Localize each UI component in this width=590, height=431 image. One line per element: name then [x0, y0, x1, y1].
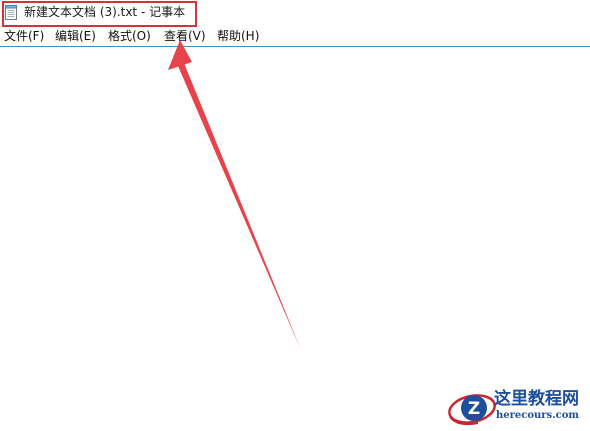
notepad-window: 新建文本文档 (3).txt - 记事本 文件(F) 编辑(E) 格式(O) 查…: [0, 0, 590, 431]
site-logo-icon: Z: [448, 394, 496, 426]
menu-edit[interactable]: 编辑(E): [55, 29, 96, 44]
logo-letter: Z: [468, 399, 480, 419]
watermark-title: 这里教程网: [494, 389, 579, 409]
watermark-url: herecours.com: [496, 410, 580, 421]
title-highlight-box: [2, 1, 197, 27]
menu-bar: 文件(F) 编辑(E) 格式(O) 查看(V) 帮助(H): [0, 28, 590, 46]
text-editor[interactable]: [0, 47, 590, 431]
menu-format[interactable]: 格式(O): [108, 29, 151, 44]
menu-help[interactable]: 帮助(H): [217, 29, 259, 44]
menu-view[interactable]: 查看(V): [164, 29, 206, 44]
watermark: Z 这里教程网 herecours.com: [444, 385, 590, 431]
menu-file[interactable]: 文件(F): [4, 29, 44, 44]
